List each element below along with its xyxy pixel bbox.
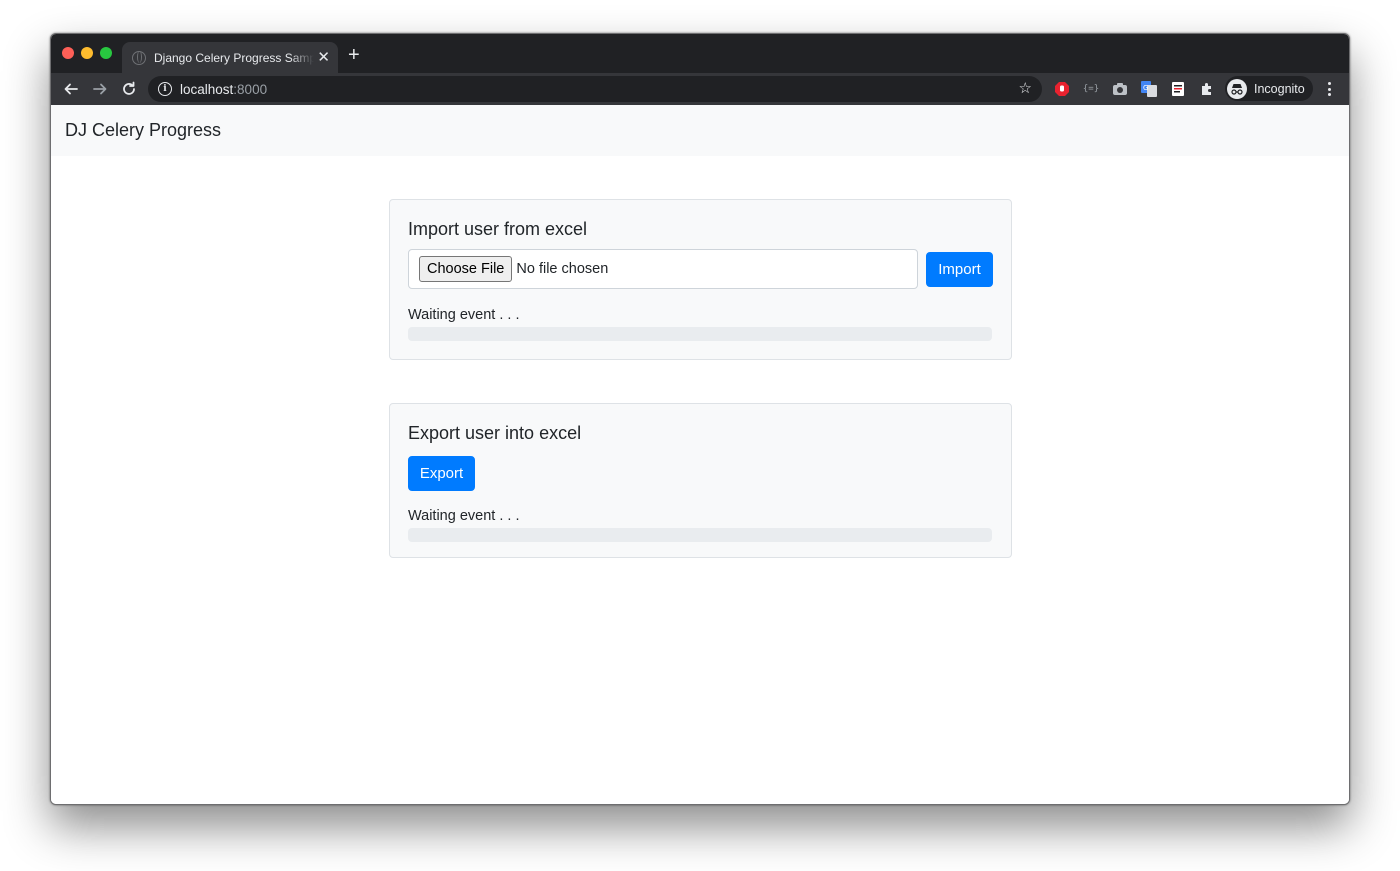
globe-icon [132,50,146,65]
choose-file-button[interactable]: Choose File [419,256,513,282]
camera-extension-icon[interactable] [1111,80,1129,98]
export-button[interactable]: Export [408,456,475,491]
browser-tab-active[interactable]: Django Celery Progress Sample ✕ [122,42,338,73]
import-status-text: Waiting event . . . [408,307,520,323]
svg-text:G: G [1143,84,1148,92]
import-card: Import user from excel Choose File No fi… [389,199,1012,360]
adblock-extension-icon[interactable] [1053,80,1071,98]
bookmark-star-icon[interactable]: ☆ [1019,80,1032,97]
file-status-text: No file chosen [516,261,609,277]
puzzle-extensions-icon[interactable] [1198,80,1216,98]
import-progress-bar [408,327,992,341]
maximize-window-button[interactable] [100,47,112,59]
page-content: DJ Celery Progress Import user from exce… [51,105,1349,804]
profile-menu-button[interactable]: Incognito [1225,76,1313,101]
import-card-title: Import user from excel [408,219,588,239]
incognito-icon [1227,78,1247,99]
export-card: Export user into excel Export Waiting ev… [389,403,1012,558]
browser-menu-icon[interactable] [1321,80,1337,98]
export-card-title: Export user into excel [408,423,582,443]
close-window-button[interactable] [62,47,74,59]
export-progress-bar [408,528,992,542]
navbar: DJ Celery Progress [51,105,1349,156]
site-info-icon[interactable]: i [158,82,172,96]
translate-extension-icon[interactable]: G [1140,80,1158,98]
tab-strip: Django Celery Progress Sample ✕ + [51,34,1349,73]
file-input[interactable]: Choose File No file chosen [408,249,918,289]
tab-title: Django Celery Progress Sample [154,50,314,65]
navbar-brand[interactable]: DJ Celery Progress [65,120,221,141]
url-port: :8000 [233,81,268,97]
address-bar[interactable]: i localhost:8000 ☆ [148,76,1042,102]
close-tab-icon[interactable]: ✕ [317,50,330,65]
json-viewer-extension-icon[interactable]: {=} [1082,80,1100,98]
back-icon[interactable] [59,77,83,101]
reload-icon[interactable] [117,77,141,101]
new-tab-icon[interactable]: + [348,45,360,65]
import-form-row: Choose File No file chosen Import [408,249,993,289]
url-text: localhost:8000 [180,82,267,97]
browser-toolbar: i localhost:8000 ☆ {=} G Incognito [51,73,1349,105]
browser-window: Django Celery Progress Sample ✕ + i loca… [50,33,1350,805]
import-button[interactable]: Import [926,251,993,287]
profile-label: Incognito [1254,81,1305,96]
minimize-window-button[interactable] [81,47,93,59]
document-extension-icon[interactable] [1169,80,1187,98]
forward-icon[interactable] [88,77,112,101]
export-status-text: Waiting event . . . [408,508,520,524]
url-host: localhost [180,81,234,97]
